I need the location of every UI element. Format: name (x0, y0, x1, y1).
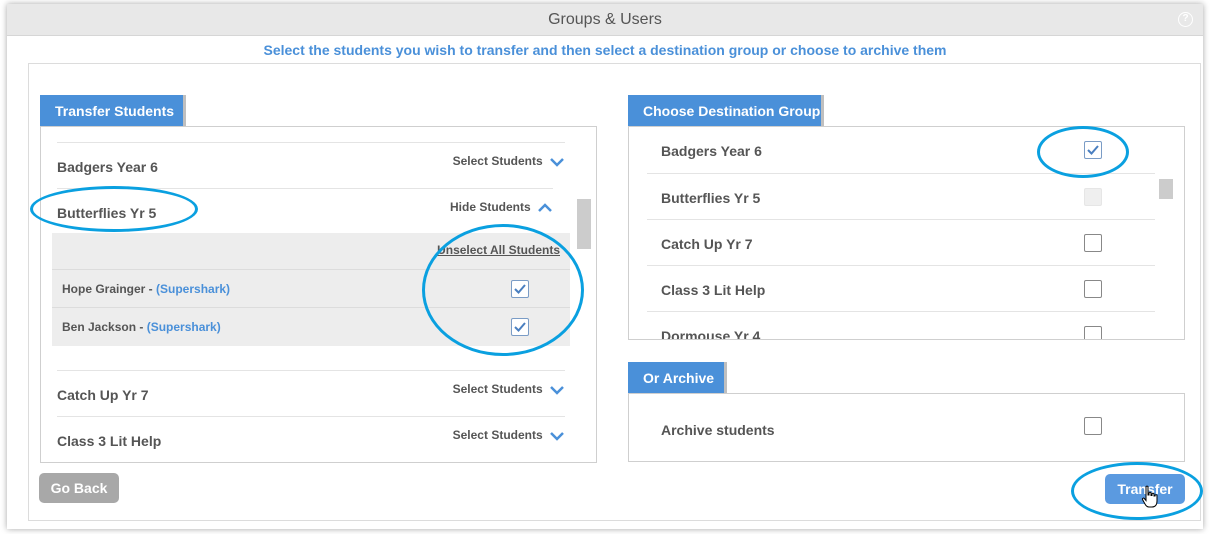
checkmark-icon (514, 322, 526, 332)
student-tag: (Supershark) (146, 320, 221, 334)
dest-row-catch-up: Catch Up Yr 7 (647, 219, 1155, 265)
dest-checkbox[interactable] (1084, 234, 1102, 252)
dest-group-name: Dormouse Yr 4 (661, 328, 761, 340)
dest-checkbox[interactable] (1084, 280, 1102, 298)
dest-checkbox[interactable] (1084, 141, 1102, 159)
transfer-scrollbar[interactable] (577, 199, 591, 249)
student-checkbox[interactable] (511, 280, 529, 298)
checkmark-icon (514, 284, 526, 294)
chevron-down-icon (550, 385, 564, 395)
select-students-label: Select Students (452, 154, 543, 168)
dest-row-class-3: Class 3 Lit Help (647, 265, 1155, 311)
instruction-text: Select the students you wish to transfer… (263, 42, 947, 58)
select-students-link[interactable]: Select Students (453, 154, 565, 168)
dest-checkbox-disabled (1084, 188, 1102, 206)
student-name: Ben Jackson - (Supershark) (62, 320, 221, 334)
archive-checkbox[interactable] (1084, 417, 1102, 435)
dest-group-name: Catch Up Yr 7 (661, 236, 753, 252)
select-students-link[interactable]: Select Students (453, 382, 565, 396)
hand-cursor-icon (1141, 485, 1158, 508)
dest-row-butterflies: Butterflies Yr 5 (647, 173, 1155, 219)
student-list: Unselect All Students Hope Grainger - (S… (52, 233, 570, 346)
destination-scrollbar[interactable] (1159, 179, 1173, 199)
student-name: Hope Grainger - (Supershark) (62, 282, 231, 296)
group-row-badgers: Badgers Year 6 Select Students (57, 142, 565, 188)
dest-checkbox[interactable] (1084, 326, 1102, 339)
select-students-link[interactable]: Select Students (453, 428, 565, 442)
archive-header: Or Archive (628, 362, 727, 394)
destination-panel: Badgers Year 6 Butterflies Yr 5 Catch Up… (628, 126, 1185, 340)
window-title: Groups & Users (548, 11, 662, 28)
group-name: Badgers Year 6 (57, 159, 158, 175)
checkmark-icon (1087, 145, 1099, 155)
select-students-label: Select Students (452, 382, 543, 396)
student-row: Ben Jackson - (Supershark) (52, 307, 570, 345)
groups-users-window: Groups & Users ? Select the students you… (7, 4, 1203, 529)
chevron-up-icon (538, 203, 552, 212)
transfer-students-panel: Badgers Year 6 Select Students Butterfli… (40, 126, 597, 463)
go-back-button[interactable]: Go Back (39, 473, 119, 503)
dest-group-name: Badgers Year 6 (661, 143, 762, 159)
group-row-class-3: Class 3 Lit Help Select Students (57, 416, 565, 462)
group-name: Catch Up Yr 7 (57, 387, 149, 403)
unselect-all-link[interactable]: Unselect All Students (437, 243, 560, 257)
dest-group-name: Class 3 Lit Help (661, 282, 766, 298)
group-name: Butterflies Yr 5 (57, 205, 157, 221)
archive-label: Archive students (661, 422, 775, 438)
group-row-butterflies: Butterflies Yr 5 Hide Students (57, 188, 553, 234)
chevron-down-icon (550, 157, 564, 167)
question-circle-icon[interactable]: ? (1178, 12, 1193, 27)
dest-row-dormouse: Dormouse Yr 4 (647, 311, 1155, 340)
titlebar: Groups & Users ? (7, 4, 1203, 36)
archive-panel: Archive students (628, 393, 1185, 462)
hide-students-link[interactable]: Hide Students (450, 200, 553, 214)
student-checkbox[interactable] (511, 318, 529, 336)
student-row: Hope Grainger - (Supershark) (52, 269, 570, 307)
student-tag: (Supershark) (156, 282, 231, 296)
chevron-down-icon (550, 431, 564, 441)
select-students-label: Select Students (452, 428, 543, 442)
hide-students-label: Hide Students (449, 200, 531, 214)
dest-row-badgers: Badgers Year 6 (647, 127, 1155, 173)
destination-header: Choose Destination Group (628, 95, 824, 127)
dest-group-name: Butterflies Yr 5 (661, 190, 761, 206)
transfer-students-header: Transfer Students (40, 95, 186, 127)
group-name: Class 3 Lit Help (57, 433, 162, 449)
group-row-catch-up: Catch Up Yr 7 Select Students (57, 370, 565, 416)
